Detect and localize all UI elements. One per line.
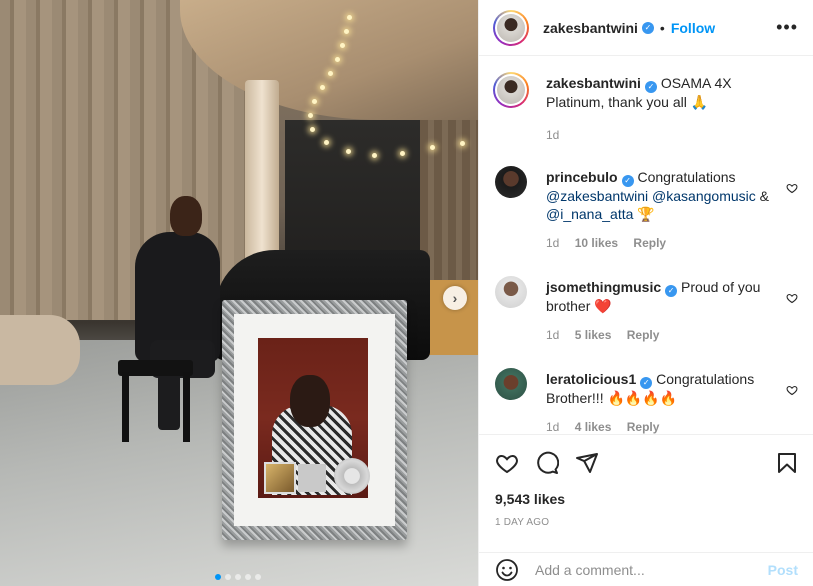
separator-dot: • <box>659 19 665 36</box>
mention-link[interactable]: @i_nana_atta <box>546 206 633 222</box>
comment: jsomethingmusic ✓ Proud of you brother ❤️… <box>493 276 798 346</box>
carousel-dot <box>225 574 231 580</box>
post-comment-button[interactable]: Post <box>768 562 798 578</box>
piano-bench <box>118 360 193 376</box>
heart-icon[interactable] <box>786 384 798 396</box>
reply-button[interactable]: Reply <box>627 420 660 434</box>
post-header: zakesbantwini ✓ • Follow ••• <box>479 0 813 56</box>
more-options-icon[interactable]: ••• <box>776 18 798 36</box>
man-shin <box>158 370 180 430</box>
share-icon[interactable] <box>575 451 599 475</box>
heart-icon[interactable] <box>495 451 519 475</box>
caption-meta: 1d <box>546 128 571 142</box>
comment: leratolicious1 ✓ Congratulations Brother!… <box>493 368 798 434</box>
carousel-dot-active <box>215 574 221 580</box>
album-cover <box>264 462 296 494</box>
emoji-icon[interactable] <box>495 558 519 582</box>
mention-link[interactable]: @zakesbantwini <box>546 188 648 204</box>
comment-likes[interactable]: 4 likes <box>575 420 612 434</box>
heart-icon[interactable] <box>786 292 798 304</box>
ceiling-lights <box>300 15 465 158</box>
avatar[interactable] <box>493 72 529 108</box>
post-photo[interactable]: › <box>0 0 478 586</box>
comment-time: 1d <box>546 328 560 342</box>
carousel-dot <box>245 574 251 580</box>
add-comment-bar: Post <box>479 552 813 586</box>
comments-list[interactable]: zakesbantwini ✓ OSAMA 4X Platinum, thank … <box>479 56 813 434</box>
comment-username[interactable]: jsomethingmusic <box>546 279 661 295</box>
post-side-panel: zakesbantwini ✓ • Follow ••• zakesbantwi… <box>478 0 813 586</box>
carousel-dots <box>215 574 261 580</box>
comment-time: 1d <box>546 236 560 250</box>
comment-input[interactable] <box>535 561 768 578</box>
comment-meta: 1d 5 likes Reply <box>546 328 671 342</box>
comment-icon[interactable] <box>535 451 559 475</box>
author-username[interactable]: zakesbantwini <box>543 20 638 36</box>
sofa-left <box>0 315 80 385</box>
comment: princebulo ✓ Congratulations @zakesbantwi… <box>493 166 798 256</box>
bench-leg <box>122 372 129 442</box>
caption: zakesbantwini ✓ OSAMA 4X Platinum, thank … <box>493 72 798 152</box>
verified-badge-icon: ✓ <box>665 285 678 297</box>
portrait-head <box>290 375 330 427</box>
follow-button[interactable]: Follow <box>671 20 715 36</box>
post-date: 1 DAY AGO <box>495 517 550 528</box>
action-bar: 9,543 likes 1 DAY AGO <box>479 434 813 554</box>
reply-button[interactable]: Reply <box>627 328 660 342</box>
verified-badge-icon: ✓ <box>621 175 634 187</box>
avatar[interactable] <box>495 276 527 308</box>
comment-meta: 1d 10 likes Reply <box>546 236 678 250</box>
bench-leg <box>183 372 190 442</box>
likes-count[interactable]: 9,543 likes <box>495 491 565 507</box>
comment-likes[interactable]: 5 likes <box>575 328 612 342</box>
avatar[interactable] <box>495 368 527 400</box>
man-head <box>170 196 202 236</box>
comment-meta: 1d 4 likes Reply <box>546 420 671 434</box>
verified-badge-icon: ✓ <box>644 81 657 93</box>
platinum-disc <box>334 458 370 494</box>
comment-likes[interactable]: 10 likes <box>575 236 618 250</box>
avatar[interactable] <box>495 166 527 198</box>
verified-badge-icon: ✓ <box>640 377 653 389</box>
comment-username[interactable]: princebulo <box>546 169 618 185</box>
reply-button[interactable]: Reply <box>633 236 666 250</box>
carousel-dot <box>235 574 241 580</box>
bookmark-icon[interactable] <box>775 451 799 475</box>
verified-badge-icon: ✓ <box>641 21 654 34</box>
caption-username[interactable]: zakesbantwini <box>546 75 641 91</box>
chevron-right-icon[interactable]: › <box>443 286 467 310</box>
mention-link[interactable]: @kasangomusic <box>652 188 756 204</box>
caption-time: 1d <box>546 128 560 142</box>
heart-icon[interactable] <box>786 182 798 194</box>
comment-time: 1d <box>546 420 560 434</box>
carousel-dot <box>255 574 261 580</box>
award-plaque <box>298 464 326 492</box>
avatar[interactable] <box>493 9 529 46</box>
comment-username[interactable]: leratolicious1 <box>546 371 636 387</box>
